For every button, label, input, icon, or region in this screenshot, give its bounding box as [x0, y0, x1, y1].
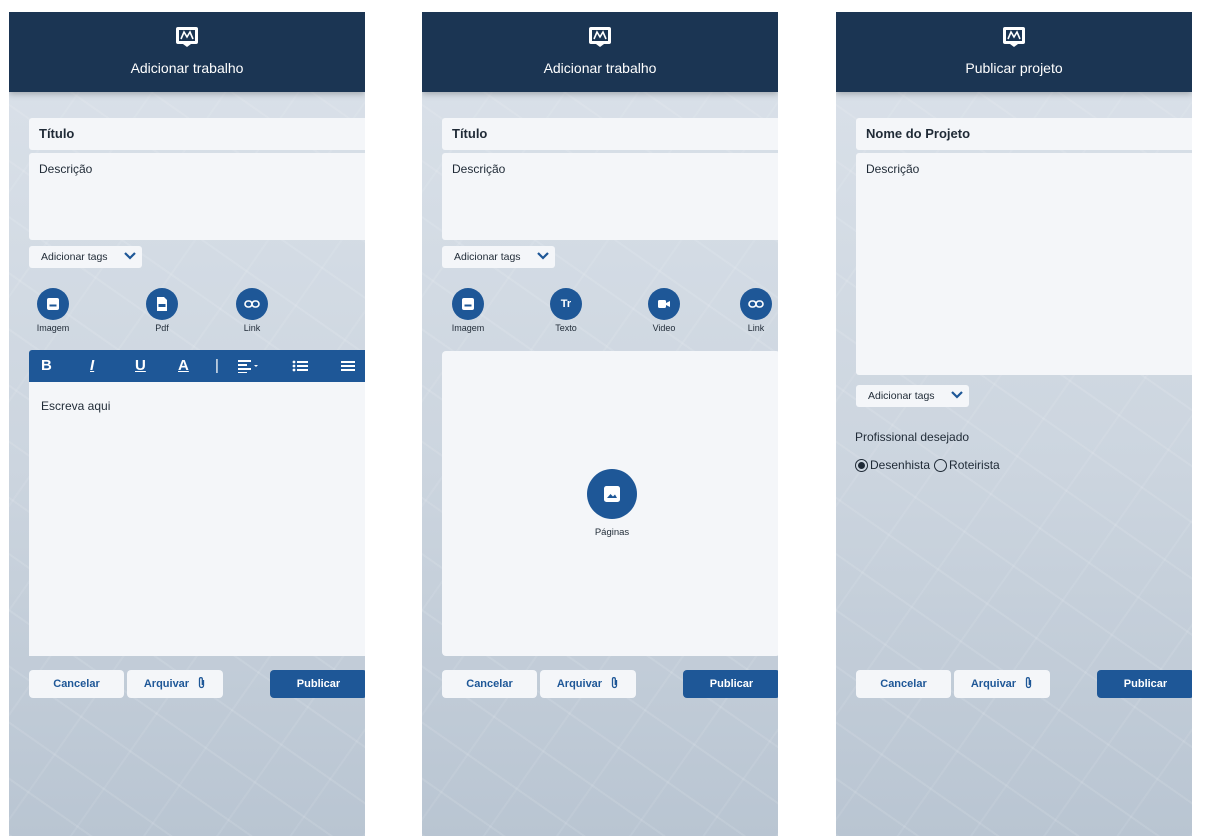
link-icon	[748, 300, 764, 308]
media-button-link[interactable]: Link	[222, 288, 282, 333]
add-tags-dropdown[interactable]: Adicionar tags	[856, 385, 969, 407]
text-color-button[interactable]: A	[178, 357, 189, 374]
paperclip-icon	[612, 677, 618, 689]
pages-label: Páginas	[594, 527, 630, 538]
radio-label: Roteirista	[949, 458, 1000, 472]
publish-button[interactable]: Publicar	[270, 670, 365, 698]
page-title: Adicionar trabalho	[130, 60, 244, 76]
screen-publish-project: Publicar projeto Nome do Projeto Descriç…	[836, 12, 1192, 836]
description-field[interactable]: Descrição	[442, 153, 778, 240]
cancel-button[interactable]: Cancelar	[442, 670, 537, 698]
radio-roteirista[interactable]: Roteirista	[934, 458, 1000, 472]
media-button-image[interactable]: Imagem	[23, 288, 83, 333]
archive-label: Arquivar	[556, 678, 603, 690]
text-icon: Tr	[560, 298, 572, 310]
radio-unselected	[934, 458, 948, 472]
archive-label: Arquivar	[143, 678, 190, 690]
toolbar-divider: |	[215, 357, 219, 374]
link-icon	[244, 300, 260, 308]
page-title: Adicionar trabalho	[543, 60, 657, 76]
professional-label: Profissional desejado	[855, 430, 970, 444]
media-button-image[interactable]: Imagem	[438, 288, 498, 333]
add-tags-label: Adicionar tags	[41, 251, 108, 263]
paperclip-icon	[199, 677, 205, 689]
image-icon	[604, 486, 620, 502]
radio-desenhista[interactable]: Desenhista	[855, 458, 930, 472]
align-left-icon[interactable]	[238, 359, 260, 373]
title-field[interactable]: Título	[442, 118, 778, 150]
chevron-down-icon	[124, 252, 136, 260]
project-name-field[interactable]: Nome do Projeto	[856, 118, 1192, 150]
chevron-down-icon	[537, 252, 549, 260]
archive-label: Arquivar	[970, 678, 1017, 690]
professional-radio-group: Desenhista Roteirista	[855, 458, 1004, 472]
radio-selected	[855, 458, 868, 472]
app-header: Adicionar trabalho	[422, 12, 778, 92]
add-tags-dropdown[interactable]: Adicionar tags	[29, 246, 142, 268]
page-title: Publicar projeto	[965, 60, 1063, 76]
app-logo-icon	[176, 27, 198, 47]
media-button-video[interactable]: Video	[634, 288, 694, 333]
app-logo-icon	[1003, 27, 1025, 47]
screen-add-work-text: Adicionar trabalho Título Descrição Adic…	[9, 12, 365, 836]
bold-button[interactable]: B	[41, 357, 52, 374]
media-label: Link	[747, 323, 765, 333]
cancel-button[interactable]: Cancelar	[29, 670, 124, 698]
media-label: Pdf	[155, 323, 169, 333]
media-label: Link	[243, 323, 261, 333]
media-label: Imagem	[36, 323, 70, 333]
editor-placeholder: Escreva aqui	[41, 399, 111, 413]
archive-button[interactable]: Arquivar	[540, 670, 636, 698]
media-label: Texto	[555, 323, 577, 333]
media-button-pdf[interactable]: Pdf	[132, 288, 192, 333]
image-icon	[462, 298, 474, 310]
pdf-icon	[157, 297, 167, 311]
media-button-link[interactable]: Link	[726, 288, 778, 333]
radio-label: Desenhista	[870, 458, 931, 472]
title-field[interactable]: Título	[29, 118, 365, 150]
add-tags-label: Adicionar tags	[868, 390, 935, 402]
media-label: Imagem	[451, 323, 485, 333]
add-tags-label: Adicionar tags	[454, 251, 521, 263]
bullet-list-icon[interactable]	[292, 360, 308, 372]
archive-button[interactable]: Arquivar	[127, 670, 223, 698]
paperclip-icon	[1026, 677, 1032, 689]
app-header: Adicionar trabalho	[9, 12, 365, 92]
publish-button[interactable]: Publicar	[1097, 670, 1192, 698]
app-logo-icon	[589, 27, 611, 47]
image-icon	[47, 298, 59, 310]
add-tags-dropdown[interactable]: Adicionar tags	[442, 246, 555, 268]
publish-button[interactable]: Publicar	[683, 670, 778, 698]
screen-add-work-pages: Adicionar trabalho Título Descrição Adic…	[422, 12, 778, 836]
media-label: Video	[652, 323, 676, 333]
align-justify-icon[interactable]	[341, 360, 355, 372]
editor-toolbar: B I U A |	[29, 350, 365, 382]
archive-button[interactable]: Arquivar	[954, 670, 1050, 698]
italic-button[interactable]: I	[90, 357, 94, 374]
app-header: Publicar projeto	[836, 12, 1192, 92]
chevron-down-icon	[951, 391, 963, 399]
video-icon	[658, 300, 670, 308]
underline-button[interactable]: U	[135, 357, 146, 374]
text-editor[interactable]: Escreva aqui	[29, 382, 365, 656]
description-field[interactable]: Descrição	[856, 153, 1192, 375]
pages-upload-area[interactable]: Páginas	[442, 351, 778, 656]
media-button-text[interactable]: Tr Texto	[536, 288, 596, 333]
add-pages-button[interactable]: Páginas	[587, 469, 637, 538]
cancel-button[interactable]: Cancelar	[856, 670, 951, 698]
description-field[interactable]: Descrição	[29, 153, 365, 240]
